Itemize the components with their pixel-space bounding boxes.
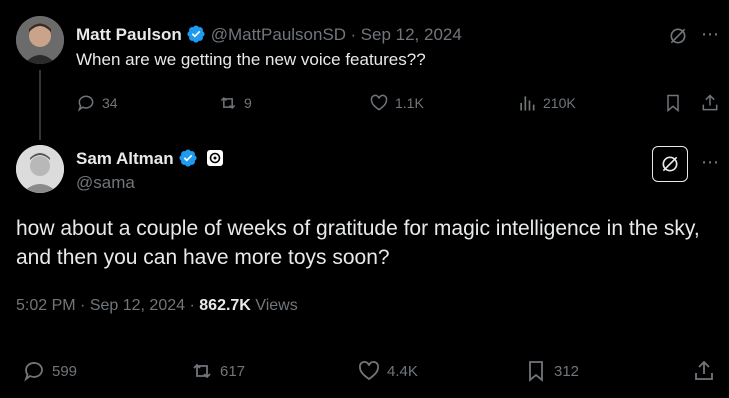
repost-button[interactable]: 9 xyxy=(218,93,252,113)
like-count: 4.4K xyxy=(387,362,418,380)
reply-count: 34 xyxy=(102,95,118,111)
separator-dot: · xyxy=(350,25,357,44)
analytics-icon xyxy=(520,96,535,111)
separator-dot: · xyxy=(189,297,200,314)
heart-icon xyxy=(370,94,388,111)
repost-count: 9 xyxy=(244,95,252,111)
tweet-date[interactable]: Sep 12, 2024 xyxy=(90,297,185,314)
views-button[interactable]: 210K xyxy=(517,93,576,113)
separator-dot: · xyxy=(80,297,90,314)
grok-icon[interactable] xyxy=(668,26,688,51)
verified-badge-icon xyxy=(186,24,206,44)
bookmark-icon xyxy=(667,94,679,113)
heart-icon xyxy=(359,361,379,381)
tweet-time[interactable]: 5:02 PM xyxy=(16,297,76,314)
avatar[interactable] xyxy=(16,16,64,64)
tweet-meta: 5:02 PM · Sep 12, 2024 · 862.7K Views xyxy=(16,297,298,315)
bookmark-button[interactable]: 312 xyxy=(524,359,579,383)
author-name[interactable]: Matt Paulson xyxy=(76,25,182,44)
tweet-date[interactable]: Sep 12, 2024 xyxy=(361,25,462,44)
thread-connector xyxy=(39,70,41,140)
tweet-text: how about a couple of weeks of gratitude… xyxy=(16,217,700,269)
views-label: Views xyxy=(255,297,298,314)
reply-icon xyxy=(24,362,43,382)
verified-badge-icon xyxy=(178,148,198,168)
share-button[interactable] xyxy=(700,93,720,113)
reply-button[interactable]: 599 xyxy=(22,359,77,383)
repost-button[interactable]: 617 xyxy=(190,359,245,383)
repost-count: 617 xyxy=(220,362,246,380)
like-button[interactable]: 1.1K xyxy=(369,93,424,113)
reply-to-header: Matt Paulson @MattPaulsonSD · Sep 12, 20… xyxy=(76,24,462,45)
bookmark-count: 312 xyxy=(554,362,580,380)
author-name[interactable]: Sam Altman xyxy=(76,149,174,168)
repost-icon xyxy=(193,363,211,379)
author-header: Sam Altman xyxy=(76,148,223,169)
tweet-text: When are we getting the new voice featur… xyxy=(76,50,426,69)
avatar[interactable] xyxy=(16,145,64,193)
author-handle[interactable]: @MattPaulsonSD xyxy=(211,25,346,44)
like-button[interactable]: 4.4K xyxy=(357,359,418,383)
grok-button[interactable] xyxy=(652,146,688,182)
grok-icon xyxy=(662,156,678,172)
views-count: 210K xyxy=(543,95,576,111)
share-icon xyxy=(695,360,713,380)
bookmark-button[interactable] xyxy=(663,93,683,113)
bookmark-icon xyxy=(529,361,543,382)
repost-icon xyxy=(220,96,236,110)
like-count: 1.1K xyxy=(395,95,424,111)
share-icon xyxy=(702,94,718,111)
author-handle[interactable]: @sama xyxy=(76,173,135,193)
openai-affiliation-icon[interactable] xyxy=(206,150,223,166)
reply-count: 599 xyxy=(52,362,78,380)
share-button[interactable] xyxy=(692,359,716,383)
reply-icon xyxy=(77,95,94,112)
more-options-icon[interactable]: ⋯ xyxy=(701,152,720,173)
reply-button[interactable]: 34 xyxy=(76,93,118,113)
views-count: 862.7K xyxy=(199,297,251,314)
more-options-icon[interactable]: ⋯ xyxy=(701,24,720,45)
